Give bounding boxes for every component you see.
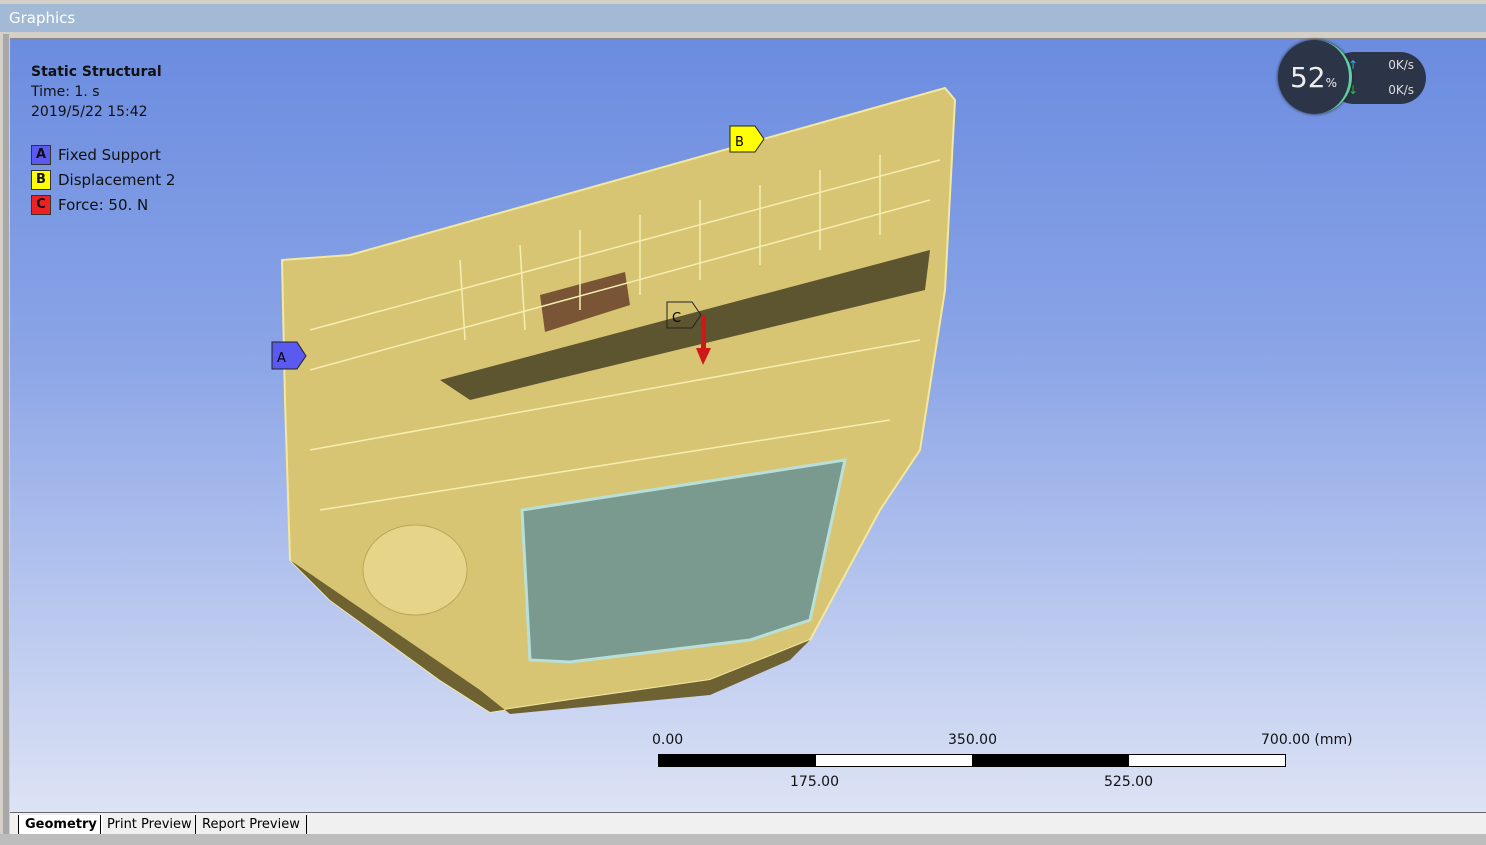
- scale-label: 0.00: [652, 732, 684, 748]
- door-panel-model[interactable]: A B C: [10, 40, 1486, 814]
- view-tabs: Geometry Print Preview Report Preview: [10, 812, 1486, 834]
- usage-gauge[interactable]: 52%: [1278, 40, 1352, 114]
- percent-sign: %: [1325, 76, 1338, 90]
- tab-geometry[interactable]: Geometry: [18, 815, 103, 834]
- scale-label: 350.00: [948, 732, 997, 748]
- marker-b-label: B: [735, 135, 744, 150]
- scale-bar-graphic: [658, 754, 1286, 767]
- usage-percent: 52: [1289, 60, 1326, 94]
- marker-c-label: C: [672, 311, 681, 326]
- window-title: Graphics: [9, 9, 76, 27]
- left-border: [3, 34, 9, 834]
- download-rate: 0K/s: [1388, 83, 1414, 97]
- scale-label: 175.00: [790, 774, 839, 790]
- marker-a-label: A: [277, 351, 286, 366]
- force-arrow-shaft: [701, 315, 706, 350]
- upload-rate: 0K/s: [1388, 58, 1414, 72]
- graphics-title-bar: Graphics: [0, 4, 1486, 32]
- network-monitor: ↑ 0K/s ↓ 0K/s 52%: [1278, 40, 1428, 118]
- graphics-viewport[interactable]: Static Structural Time: 1. s 2019/5/22 1…: [10, 38, 1486, 812]
- speaker-grille: [362, 524, 468, 616]
- scale-bar: 0.00 350.00 700.00 (mm) 175.00 525.00: [652, 732, 1378, 806]
- scale-label: 700.00 (mm): [1261, 732, 1353, 748]
- scale-label: 525.00: [1104, 774, 1153, 790]
- bottom-border: [0, 834, 1486, 845]
- tab-print-preview[interactable]: Print Preview: [100, 815, 198, 834]
- tab-report-preview[interactable]: Report Preview: [195, 815, 307, 834]
